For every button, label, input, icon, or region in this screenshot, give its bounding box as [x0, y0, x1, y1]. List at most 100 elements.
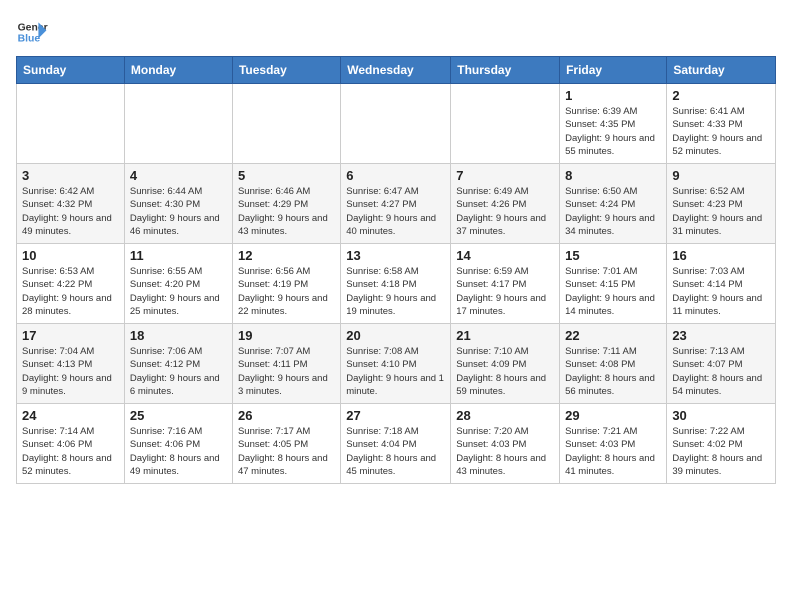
header-sunday: Sunday	[17, 57, 125, 84]
header-tuesday: Tuesday	[232, 57, 340, 84]
svg-text:Blue: Blue	[18, 34, 41, 45]
day-number: 23	[672, 328, 770, 343]
day-info: Sunrise: 6:53 AM Sunset: 4:22 PM Dayligh…	[22, 265, 119, 318]
calendar-week-row: 1 Sunrise: 6:39 AM Sunset: 4:35 PM Daylig…	[17, 84, 776, 164]
calendar-cell: 5Sunrise: 6:46 AM Sunset: 4:29 PM Daylig…	[232, 164, 340, 244]
day-number: 26	[238, 408, 335, 423]
calendar-week-row: 24Sunrise: 7:14 AM Sunset: 4:06 PM Dayli…	[17, 404, 776, 484]
calendar-week-row: 10 Sunrise: 6:53 AM Sunset: 4:22 PM Dayli…	[17, 244, 776, 324]
calendar-header-row: SundayMondayTuesdayWednesdayThursdayFrid…	[17, 57, 776, 84]
day-number: 3	[22, 168, 119, 183]
calendar-cell	[17, 84, 125, 164]
day-number: 9	[672, 168, 770, 183]
calendar-cell	[451, 84, 560, 164]
day-info: Sunrise: 7:06 AM Sunset: 4:12 PM Dayligh…	[130, 345, 227, 398]
calendar-cell	[124, 84, 232, 164]
calendar-cell: 7 Sunrise: 6:49 AM Sunset: 4:26 PM Daylig…	[451, 164, 560, 244]
day-info: Sunrise: 7:04 AM Sunset: 4:13 PM Dayligh…	[22, 345, 119, 398]
calendar-cell: 27 Sunrise: 7:18 AM Sunset: 4:04 PM Dayli…	[341, 404, 451, 484]
day-number: 14	[456, 248, 554, 263]
day-info: Sunrise: 7:20 AM Sunset: 4:03 PM Dayligh…	[456, 425, 554, 478]
calendar-cell: 8 Sunrise: 6:50 AM Sunset: 4:24 PM Daylig…	[560, 164, 667, 244]
day-info: Sunrise: 6:52 AM Sunset: 4:23 PM Dayligh…	[672, 185, 770, 238]
calendar-cell: 2 Sunrise: 6:41 AM Sunset: 4:33 PM Daylig…	[667, 84, 776, 164]
calendar-cell: 26 Sunrise: 7:17 AM Sunset: 4:05 PM Dayli…	[232, 404, 340, 484]
day-info: Sunrise: 6:49 AM Sunset: 4:26 PM Dayligh…	[456, 185, 554, 238]
calendar-cell: 9 Sunrise: 6:52 AM Sunset: 4:23 PM Daylig…	[667, 164, 776, 244]
header-friday: Friday	[560, 57, 667, 84]
logo: General Blue	[16, 16, 48, 48]
calendar-week-row: 17 Sunrise: 7:04 AM Sunset: 4:13 PM Dayli…	[17, 324, 776, 404]
day-number: 18	[130, 328, 227, 343]
day-info: Sunrise: 6:44 AM Sunset: 4:30 PM Dayligh…	[130, 185, 227, 238]
day-number: 8	[565, 168, 661, 183]
day-number: 21	[456, 328, 554, 343]
day-info: Sunrise: 7:18 AM Sunset: 4:04 PM Dayligh…	[346, 425, 445, 478]
calendar-table: SundayMondayTuesdayWednesdayThursdayFrid…	[16, 56, 776, 484]
calendar-cell: 30Sunrise: 7:22 AM Sunset: 4:02 PM Dayli…	[667, 404, 776, 484]
day-number: 28	[456, 408, 554, 423]
header-saturday: Saturday	[667, 57, 776, 84]
day-number: 25	[130, 408, 227, 423]
calendar-cell: 20 Sunrise: 7:08 AM Sunset: 4:10 PM Dayli…	[341, 324, 451, 404]
day-info: Sunrise: 7:13 AM Sunset: 4:07 PM Dayligh…	[672, 345, 770, 398]
day-info: Sunrise: 7:08 AM Sunset: 4:10 PM Dayligh…	[346, 345, 445, 398]
calendar-cell: 1 Sunrise: 6:39 AM Sunset: 4:35 PM Daylig…	[560, 84, 667, 164]
header-monday: Monday	[124, 57, 232, 84]
calendar-cell: 22Sunrise: 7:11 AM Sunset: 4:08 PM Dayli…	[560, 324, 667, 404]
calendar-cell: 29Sunrise: 7:21 AM Sunset: 4:03 PM Dayli…	[560, 404, 667, 484]
day-number: 4	[130, 168, 227, 183]
page-header: General Blue	[16, 16, 776, 48]
day-info: Sunrise: 6:39 AM Sunset: 4:35 PM Dayligh…	[565, 105, 661, 158]
day-number: 16	[672, 248, 770, 263]
day-number: 20	[346, 328, 445, 343]
day-info: Sunrise: 7:07 AM Sunset: 4:11 PM Dayligh…	[238, 345, 335, 398]
logo-icon: General Blue	[16, 16, 48, 48]
day-number: 24	[22, 408, 119, 423]
header-thursday: Thursday	[451, 57, 560, 84]
header-wednesday: Wednesday	[341, 57, 451, 84]
day-info: Sunrise: 7:17 AM Sunset: 4:05 PM Dayligh…	[238, 425, 335, 478]
calendar-cell: 18 Sunrise: 7:06 AM Sunset: 4:12 PM Dayli…	[124, 324, 232, 404]
day-number: 29	[565, 408, 661, 423]
day-info: Sunrise: 6:58 AM Sunset: 4:18 PM Dayligh…	[346, 265, 445, 318]
day-number: 2	[672, 88, 770, 103]
calendar-cell: 14 Sunrise: 6:59 AM Sunset: 4:17 PM Dayli…	[451, 244, 560, 324]
day-number: 17	[22, 328, 119, 343]
calendar-cell: 25 Sunrise: 7:16 AM Sunset: 4:06 PM Dayli…	[124, 404, 232, 484]
calendar-cell	[232, 84, 340, 164]
day-info: Sunrise: 6:59 AM Sunset: 4:17 PM Dayligh…	[456, 265, 554, 318]
calendar-cell: 6 Sunrise: 6:47 AM Sunset: 4:27 PM Daylig…	[341, 164, 451, 244]
calendar-cell: 16 Sunrise: 7:03 AM Sunset: 4:14 PM Dayli…	[667, 244, 776, 324]
calendar-cell: 17 Sunrise: 7:04 AM Sunset: 4:13 PM Dayli…	[17, 324, 125, 404]
day-info: Sunrise: 6:42 AM Sunset: 4:32 PM Dayligh…	[22, 185, 119, 238]
day-number: 13	[346, 248, 445, 263]
calendar-cell: 24Sunrise: 7:14 AM Sunset: 4:06 PM Dayli…	[17, 404, 125, 484]
day-info: Sunrise: 6:55 AM Sunset: 4:20 PM Dayligh…	[130, 265, 227, 318]
day-number: 10	[22, 248, 119, 263]
calendar-cell: 15Sunrise: 7:01 AM Sunset: 4:15 PM Dayli…	[560, 244, 667, 324]
day-number: 27	[346, 408, 445, 423]
calendar-week-row: 3 Sunrise: 6:42 AM Sunset: 4:32 PM Daylig…	[17, 164, 776, 244]
day-number: 7	[456, 168, 554, 183]
day-info: Sunrise: 6:50 AM Sunset: 4:24 PM Dayligh…	[565, 185, 661, 238]
day-info: Sunrise: 7:03 AM Sunset: 4:14 PM Dayligh…	[672, 265, 770, 318]
calendar-cell: 4 Sunrise: 6:44 AM Sunset: 4:30 PM Daylig…	[124, 164, 232, 244]
calendar-cell: 21 Sunrise: 7:10 AM Sunset: 4:09 PM Dayli…	[451, 324, 560, 404]
day-info: Sunrise: 7:16 AM Sunset: 4:06 PM Dayligh…	[130, 425, 227, 478]
day-info: Sunrise: 7:22 AM Sunset: 4:02 PM Dayligh…	[672, 425, 770, 478]
calendar-cell: 10 Sunrise: 6:53 AM Sunset: 4:22 PM Dayli…	[17, 244, 125, 324]
day-info: Sunrise: 6:47 AM Sunset: 4:27 PM Dayligh…	[346, 185, 445, 238]
day-number: 1	[565, 88, 661, 103]
calendar-cell: 28 Sunrise: 7:20 AM Sunset: 4:03 PM Dayli…	[451, 404, 560, 484]
day-info: Sunrise: 6:46 AM Sunset: 4:29 PM Dayligh…	[238, 185, 335, 238]
day-number: 22	[565, 328, 661, 343]
calendar-cell: 19 Sunrise: 7:07 AM Sunset: 4:11 PM Dayli…	[232, 324, 340, 404]
calendar-cell: 11Sunrise: 6:55 AM Sunset: 4:20 PM Dayli…	[124, 244, 232, 324]
day-number: 19	[238, 328, 335, 343]
day-number: 6	[346, 168, 445, 183]
day-info: Sunrise: 6:41 AM Sunset: 4:33 PM Dayligh…	[672, 105, 770, 158]
day-info: Sunrise: 7:10 AM Sunset: 4:09 PM Dayligh…	[456, 345, 554, 398]
day-number: 12	[238, 248, 335, 263]
calendar-cell: 13 Sunrise: 6:58 AM Sunset: 4:18 PM Dayli…	[341, 244, 451, 324]
